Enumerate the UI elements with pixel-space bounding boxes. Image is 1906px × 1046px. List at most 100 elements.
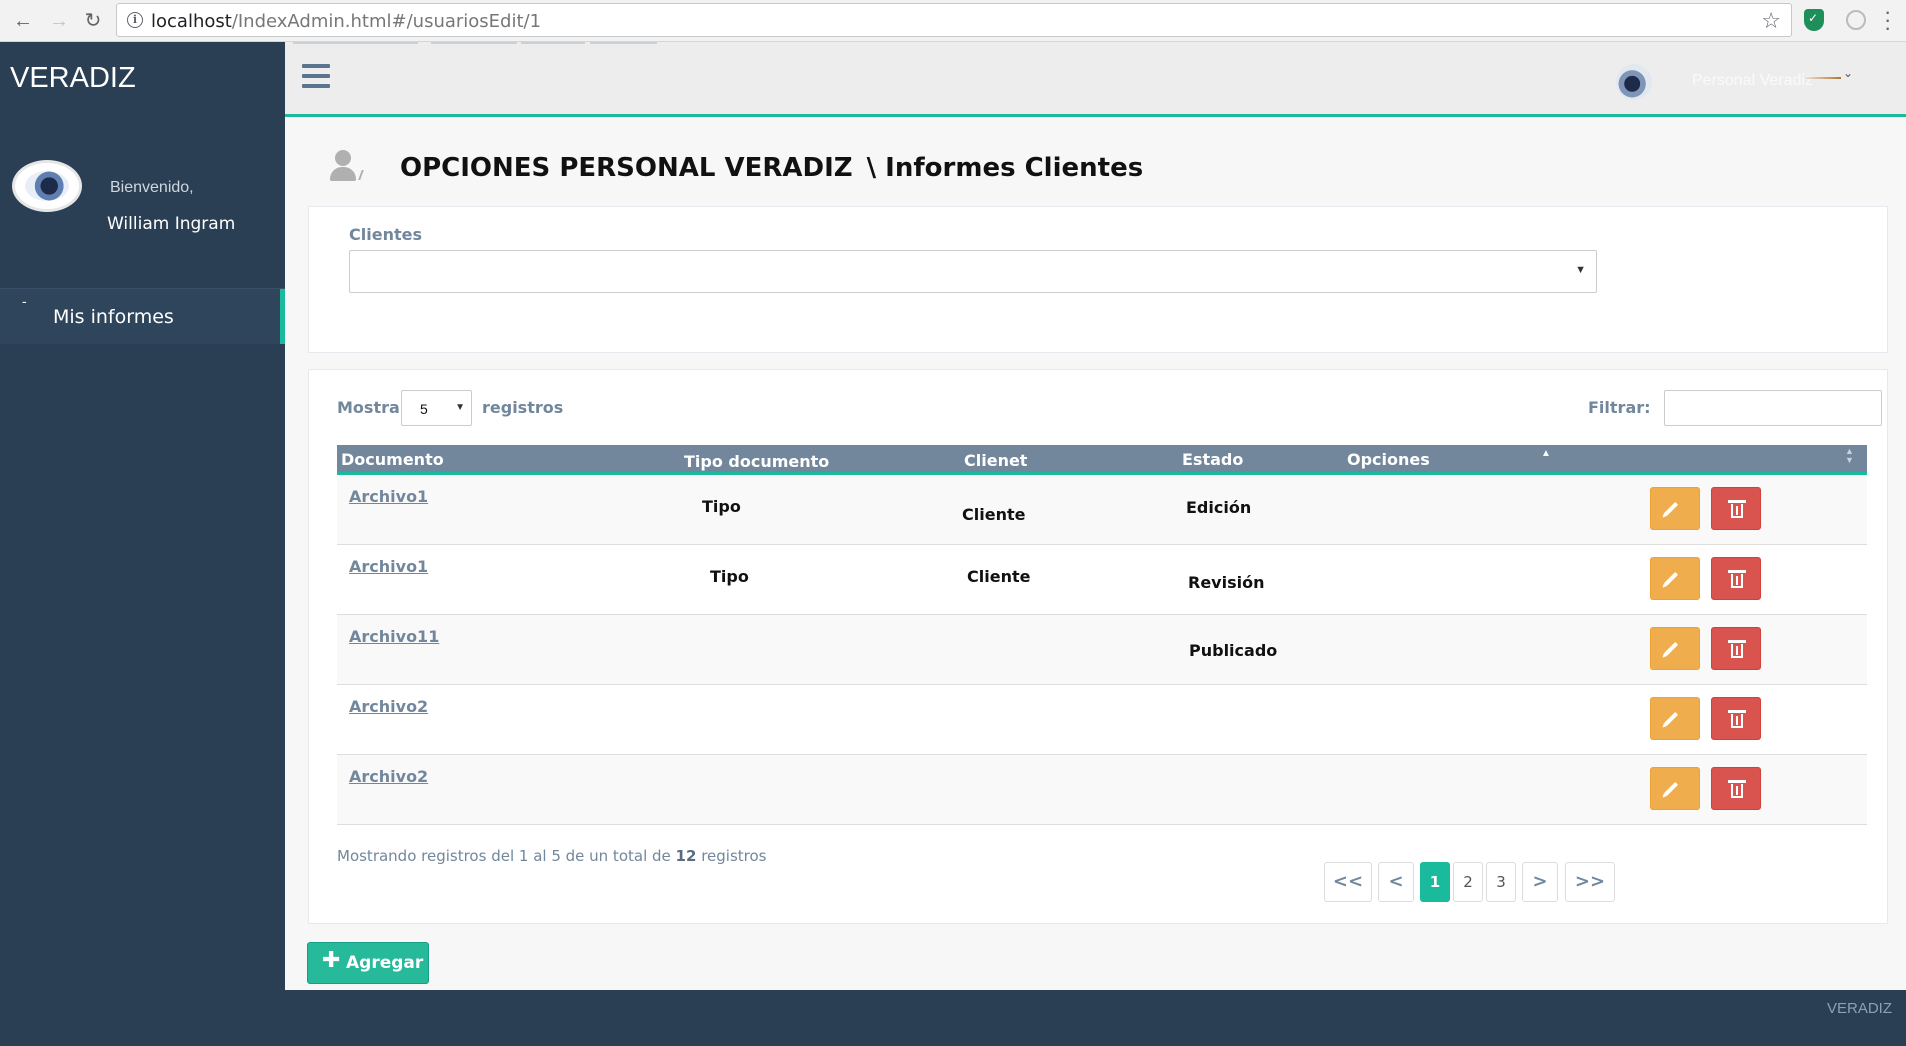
trash-icon — [1728, 500, 1746, 518]
welcome-text: Bienvenido, — [110, 179, 194, 196]
sidebar-item-mis-informes[interactable]: - Mis informes — [0, 289, 285, 344]
edit-button[interactable] — [1650, 627, 1700, 670]
navbar-username[interactable]: Personal Veradiz — [1692, 72, 1813, 90]
delete-button[interactable] — [1711, 487, 1761, 530]
bookmark-star-icon[interactable]: ☆ — [1761, 8, 1781, 34]
extension-icon[interactable] — [1846, 10, 1866, 30]
sidebar-item-label: Mis informes — [53, 306, 174, 328]
url-path: /IndexAdmin.html#/usuariosEdit/1 — [231, 11, 542, 32]
trash-icon — [1728, 710, 1746, 728]
user-dropdown-toggle[interactable]: ⌄ — [1805, 66, 1853, 88]
pencil-icon — [1663, 781, 1679, 797]
delete-button[interactable] — [1711, 557, 1761, 600]
page-title-main: OPCIONES PERSONAL VERADIZ — [400, 153, 853, 183]
top-navbar: Personal Veradiz ⌄ — [285, 42, 1906, 117]
page-title-sub: \ Informes Clientes — [866, 153, 1144, 183]
hamburger-icon[interactable] — [302, 64, 330, 88]
sort-ascending-icon[interactable]: ▲ — [1541, 448, 1551, 459]
document-link[interactable]: Archivo2 — [349, 767, 428, 786]
table-info: Mostrando registros del 1 al 5 de un tot… — [337, 847, 766, 865]
url-text[interactable]: localhost/IndexAdmin.html#/usuariosEdit/… — [151, 11, 541, 32]
cell-tipo: Tipo — [710, 567, 749, 586]
sidebar: VERADIZ Bienvenido, William Ingram - Mis… — [0, 42, 285, 990]
edit-button[interactable] — [1650, 487, 1700, 530]
select-arrow-icon: ▼ — [455, 402, 465, 413]
page-1-button[interactable]: 1 — [1420, 862, 1450, 902]
edit-button[interactable] — [1650, 767, 1700, 810]
profile-avatar — [12, 160, 82, 212]
add-button-label: Agregar — [346, 953, 424, 973]
first-page-button[interactable]: << — [1324, 862, 1372, 902]
sidebar-item-bullet-icon: - — [22, 293, 27, 309]
document-link[interactable]: Archivo1 — [349, 557, 428, 576]
cell-estado: Revisión — [1188, 573, 1265, 592]
edit-button[interactable] — [1650, 557, 1700, 600]
document-link[interactable]: Archivo1 — [349, 487, 428, 506]
cell-estado: Publicado — [1189, 641, 1278, 660]
profile-username: William Ingram — [107, 214, 236, 234]
tab-indicator — [431, 42, 517, 44]
table-row: Archivo11 Publicado — [337, 615, 1867, 685]
table-row: Archivo2 — [337, 755, 1867, 825]
reports-table-panel: Mostrar 5 ▼ registros Filtrar: Documento… — [308, 369, 1888, 924]
prev-page-button[interactable]: < — [1378, 862, 1414, 902]
tab-indicator — [521, 42, 585, 44]
page-2-button[interactable]: 2 — [1453, 862, 1483, 902]
cell-cliente: Cliente — [962, 505, 1026, 524]
table-row: Archivo1 Tipo Cliente Edición — [337, 475, 1867, 545]
footer: VERADIZ — [0, 990, 1906, 1046]
records-label: registros — [482, 398, 564, 417]
delete-button[interactable] — [1711, 697, 1761, 740]
table-row: Archivo1 Tipo Cliente Revisión — [337, 545, 1867, 615]
chevron-down-icon: ⌄ — [1843, 66, 1854, 80]
url-host: localhost — [151, 11, 232, 32]
filter-label: Filtrar: — [1588, 398, 1651, 417]
next-page-button[interactable]: > — [1522, 862, 1558, 902]
table-info-total: 12 — [675, 847, 697, 865]
page-title: OPCIONES PERSONAL VERADIZ \ Informes Clie… — [400, 153, 1143, 183]
show-entries-label: Mostrar — [337, 398, 408, 417]
column-header-estado[interactable]: Estado — [1182, 450, 1243, 469]
delete-button[interactable] — [1711, 767, 1761, 810]
select-arrow-icon: ▼ — [1575, 264, 1586, 276]
table-row: Archivo2 — [337, 685, 1867, 755]
shield-extension-icon[interactable] — [1804, 9, 1824, 31]
trash-icon — [1728, 570, 1746, 588]
reload-icon[interactable]: ↻ — [80, 8, 106, 34]
trash-icon — [1728, 640, 1746, 658]
edit-button[interactable] — [1650, 697, 1700, 740]
column-header-opciones[interactable]: Opciones — [1347, 450, 1430, 469]
table-info-suffix: registros — [701, 847, 767, 865]
plus-icon: ✚ — [322, 948, 341, 973]
page-3-button[interactable]: 3 — [1486, 862, 1516, 902]
last-page-button[interactable]: >> — [1565, 862, 1615, 902]
page-size-select[interactable]: 5 ▼ — [401, 390, 472, 426]
cell-cliente: Cliente — [967, 567, 1031, 586]
table-info-prefix: Mostrando registros del 1 al 5 de un tot… — [337, 847, 671, 865]
tab-indicator — [293, 42, 418, 44]
pencil-icon — [1663, 641, 1679, 657]
trash-icon — [1728, 780, 1746, 798]
filter-input[interactable] — [1664, 390, 1882, 426]
document-link[interactable]: Archivo11 — [349, 627, 439, 646]
column-header-tipo-documento[interactable]: Tipo documento — [684, 452, 829, 471]
column-header-cliente[interactable]: Clienet — [964, 451, 1027, 470]
forward-icon[interactable]: → — [46, 8, 72, 34]
back-icon[interactable]: ← — [10, 8, 36, 34]
sort-icon[interactable]: ▲ ▼ — [1845, 447, 1857, 469]
page-size-value: 5 — [420, 401, 428, 417]
browser-menu-icon[interactable]: · · · — [1884, 1, 1891, 39]
column-header-documento[interactable]: Documento — [341, 450, 444, 469]
document-link[interactable]: Archivo2 — [349, 697, 428, 716]
cell-tipo: Tipo — [702, 497, 741, 516]
footer-brand: VERADIZ — [1826, 1000, 1892, 1017]
table-header: Documento Tipo documento Clienet Estado … — [337, 445, 1867, 475]
site-info-icon[interactable]: i — [127, 12, 143, 28]
main-content: OPCIONES PERSONAL VERADIZ \ Informes Clie… — [285, 117, 1906, 990]
navbar-avatar[interactable] — [1616, 64, 1652, 100]
clientes-select[interactable]: ▼ — [349, 250, 1597, 293]
delete-button[interactable] — [1711, 627, 1761, 670]
brand-logo[interactable]: VERADIZ — [10, 62, 136, 95]
add-button[interactable]: ✚ Agregar — [307, 942, 429, 984]
address-bar[interactable]: i localhost/IndexAdmin.html#/usuariosEdi… — [116, 3, 1792, 37]
